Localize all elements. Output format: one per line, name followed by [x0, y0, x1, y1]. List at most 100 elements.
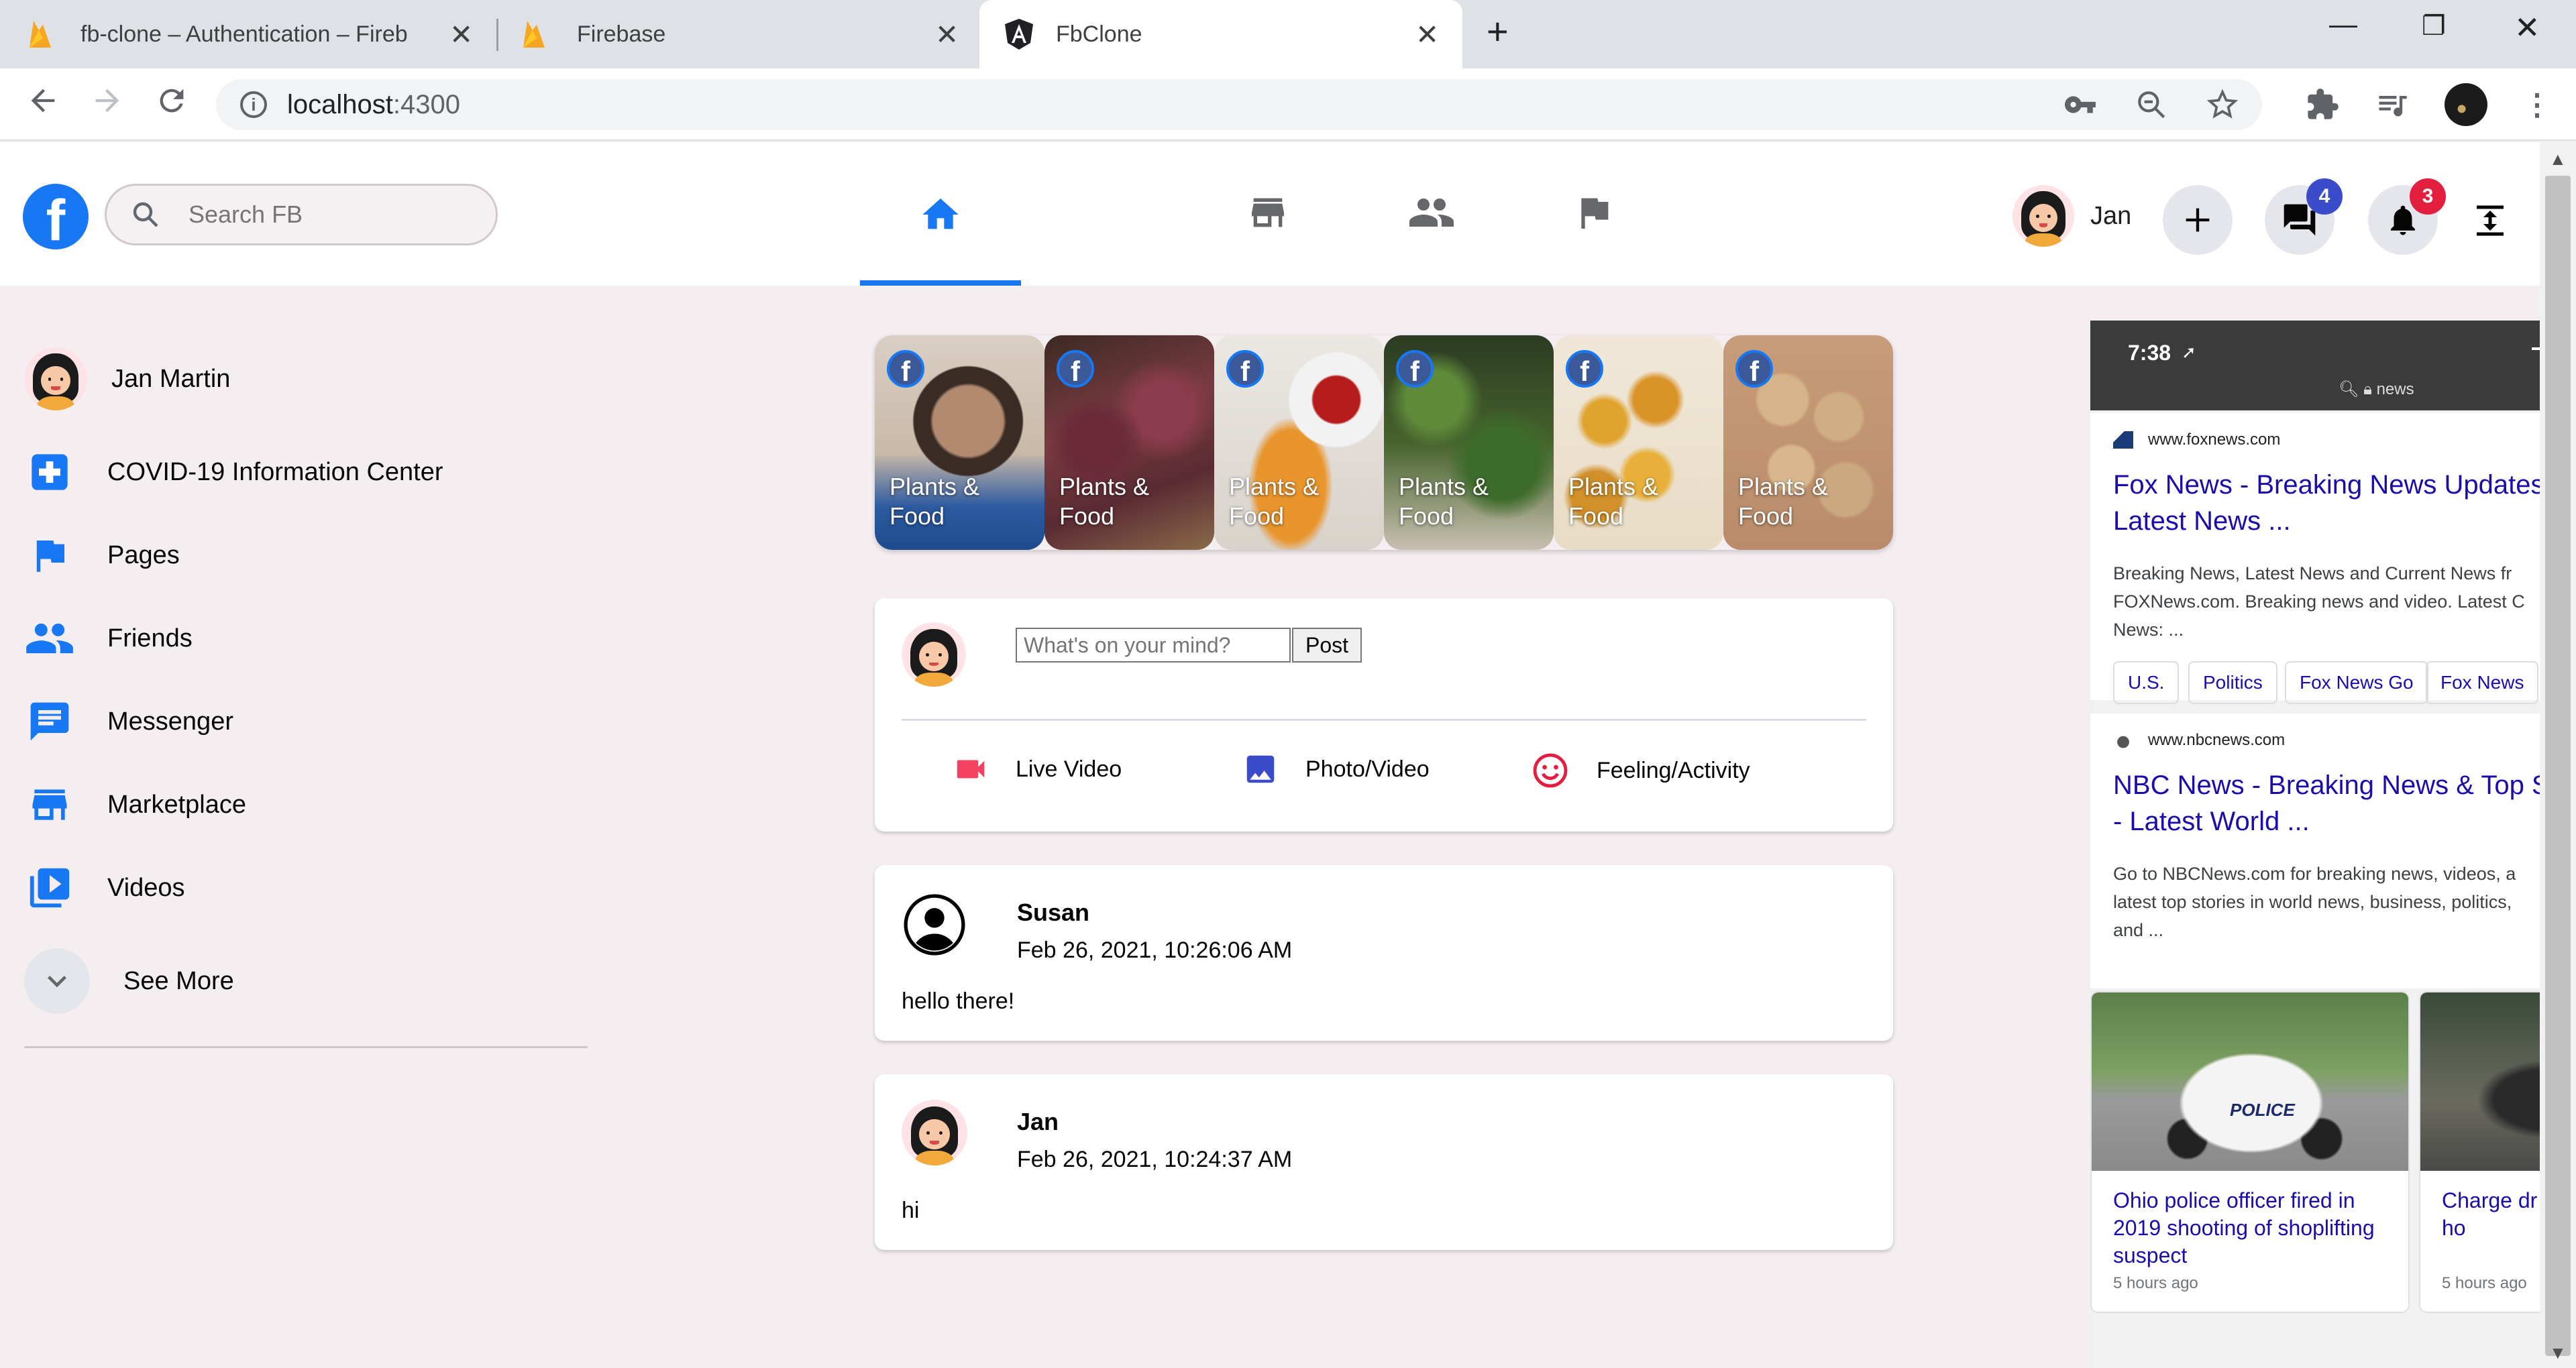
location-arrow-icon: ➚	[2182, 342, 2196, 362]
sidebar-item-friends[interactable]: Friends	[24, 613, 193, 664]
media-queue-icon[interactable]	[2375, 87, 2410, 122]
search-result-fox[interactable]: www.foxnews.com Fox News - Breaking News…	[2090, 413, 2540, 704]
restore-button[interactable]: ❐	[2422, 11, 2446, 42]
photo-icon	[1242, 751, 1279, 787]
story-card[interactable]: f Plants & Food	[875, 335, 1044, 550]
avatar	[902, 1100, 967, 1165]
status-input[interactable]: What's on your mind?	[1016, 628, 1291, 663]
scroll-down-icon[interactable]: ▼	[2549, 1343, 2567, 1363]
messenger-button[interactable]: 4	[2265, 178, 2343, 255]
extensions-icon[interactable]	[2305, 87, 2340, 122]
url-port: :4300	[392, 89, 460, 119]
create-button[interactable]	[2163, 185, 2233, 255]
zoom-out-icon[interactable]	[2135, 88, 2168, 121]
close-icon[interactable]: ✕	[449, 18, 473, 51]
reload-icon[interactable]	[154, 83, 189, 127]
flag-icon	[24, 530, 75, 581]
result-title[interactable]: NBC News - Breaking News & Top S - Lates…	[2113, 767, 2540, 840]
result-chip[interactable]: Politics	[2188, 661, 2277, 704]
key-icon[interactable]	[2063, 88, 2097, 121]
search-result-nbc[interactable]: www.nbcnews.com NBC News - Breaking News…	[2090, 714, 2540, 988]
flag-icon	[1581, 198, 1609, 229]
sidebar-item-pages[interactable]: Pages	[24, 530, 180, 581]
header-profile[interactable]: Jan	[2012, 185, 2131, 247]
post-card: Jan Feb 26, 2021, 10:24:37 AM hi	[875, 1074, 1893, 1250]
sidebar-see-more[interactable]: See More	[24, 948, 234, 1014]
post-button[interactable]: Post	[1292, 628, 1362, 663]
people-icon	[1409, 198, 1454, 227]
medical-cross-icon	[24, 447, 75, 498]
story-card[interactable]: f Plants & Food	[1044, 335, 1214, 550]
story-card[interactable]: f Plants & Food	[1384, 335, 1554, 550]
news-title[interactable]: Ohio police officer fired in 2019 shooti…	[2113, 1187, 2395, 1269]
news-card[interactable]: POLICE Ohio police officer fired in 2019…	[2090, 991, 2410, 1313]
back-icon[interactable]	[25, 83, 60, 127]
browser-tab-fbclone[interactable]: FbClone ✕	[979, 0, 1462, 68]
minimize-button[interactable]: —	[2329, 8, 2357, 40]
search-icon: 🔍︎ 🔒︎	[2339, 380, 2377, 398]
browser-tab-auth[interactable]: fb-clone – Authentication – Fireb ✕	[27, 0, 490, 68]
avatar	[24, 347, 87, 410]
forward-icon[interactable]	[90, 83, 125, 127]
post-author[interactable]: Susan	[1017, 899, 1089, 927]
sidebar-item-label: Jan Martin	[111, 364, 231, 393]
facebook-logo: f	[887, 350, 924, 388]
story-card[interactable]: f Plants & Food	[1214, 335, 1384, 550]
browser-tab-firebase[interactable]: Firebase ✕	[521, 0, 977, 68]
story-card[interactable]: f Plants & Food	[1554, 335, 1723, 550]
close-icon[interactable]: ✕	[935, 18, 959, 51]
star-icon[interactable]	[2206, 88, 2239, 121]
sidebar-item-marketplace[interactable]: Marketplace	[24, 779, 246, 830]
facebook-logo: f	[1226, 350, 1264, 388]
news-title[interactable]: Charge dr Black teen walking ho	[2442, 1187, 2540, 1242]
url-host: localhost	[287, 89, 393, 119]
story-card[interactable]: f Plants & Food	[1723, 335, 1893, 550]
angular-icon	[1005, 19, 1033, 50]
nav-friends-tab[interactable]	[1351, 176, 1512, 249]
facebook-logo[interactable]: f	[23, 184, 89, 249]
sidebar-item-covid[interactable]: COVID-19 Information Center	[24, 447, 443, 498]
result-source-url: www.nbcnews.com	[2148, 731, 2286, 749]
sidebar-item-profile[interactable]: Jan Martin	[24, 347, 230, 410]
sidebar-item-messenger[interactable]: Messenger	[24, 696, 233, 747]
site-info-icon[interactable]: i	[240, 91, 267, 118]
search-input[interactable]	[189, 201, 457, 229]
videocam-icon	[953, 751, 989, 787]
notifications-button[interactable]: 3	[2368, 178, 2446, 255]
close-icon[interactable]: ✕	[1415, 18, 1439, 51]
new-tab-button[interactable]: +	[1487, 9, 1509, 53]
photo-video-button[interactable]: Photo/Video	[1242, 751, 1430, 787]
news-card[interactable]: Charge dr Black teen walking ho 5 hours …	[2419, 991, 2540, 1313]
result-chip[interactable]: Fox News Go	[2285, 661, 2428, 704]
sidebar-item-videos[interactable]: Videos	[24, 862, 185, 913]
story-label: Plants & Food	[1229, 473, 1320, 530]
more-menu-icon[interactable]: ⋮	[2522, 88, 2552, 122]
search-box[interactable]	[105, 184, 498, 245]
result-source: www.foxnews.com	[2113, 431, 2280, 449]
url-text[interactable]: localhost:4300	[287, 90, 460, 120]
result-title[interactable]: Fox News - Breaking News Updates Latest …	[2113, 467, 2540, 539]
live-video-button[interactable]: Live Video	[953, 751, 1122, 787]
feeling-activity-button[interactable]: Feeling/Activity	[1531, 751, 1750, 790]
expand-vertical-icon[interactable]	[2470, 200, 2510, 245]
right-panel-news-image: 7:38 ➚ 🔍︎ 🔒︎ news www.foxnews.com Fox Ne…	[2090, 321, 2540, 1368]
fb-header: f Jan 4 3	[0, 142, 2540, 286]
result-snippet: Breaking News, Latest News and Current N…	[2113, 563, 2525, 640]
video-library-icon	[24, 862, 75, 913]
scroll-thumb[interactable]	[2545, 176, 2571, 1356]
result-chip[interactable]: Fox News	[2426, 661, 2539, 704]
nav-marketplace-tab[interactable]	[1187, 176, 1348, 249]
browser-tab-strip: fb-clone – Authentication – Fireb ✕ Fire…	[0, 0, 2576, 68]
close-window-button[interactable]: ✕	[2514, 9, 2540, 46]
scroll-up-icon[interactable]: ▲	[2549, 149, 2567, 170]
nav-pages-tab[interactable]	[1513, 176, 1674, 249]
action-label: Live Video	[1016, 756, 1122, 782]
result-chip[interactable]: U.S.	[2113, 661, 2180, 704]
address-toolbar: i localhost:4300 ⋮	[0, 68, 2576, 141]
address-bar[interactable]: i localhost:4300	[216, 79, 2262, 130]
page-scrollbar[interactable]: ▲ ▼	[2540, 142, 2576, 1368]
post-author[interactable]: Jan	[1017, 1108, 1059, 1136]
signal-bar	[2532, 347, 2540, 350]
profile-avatar[interactable]	[2445, 83, 2487, 126]
nav-home-tab[interactable]	[860, 176, 1021, 286]
